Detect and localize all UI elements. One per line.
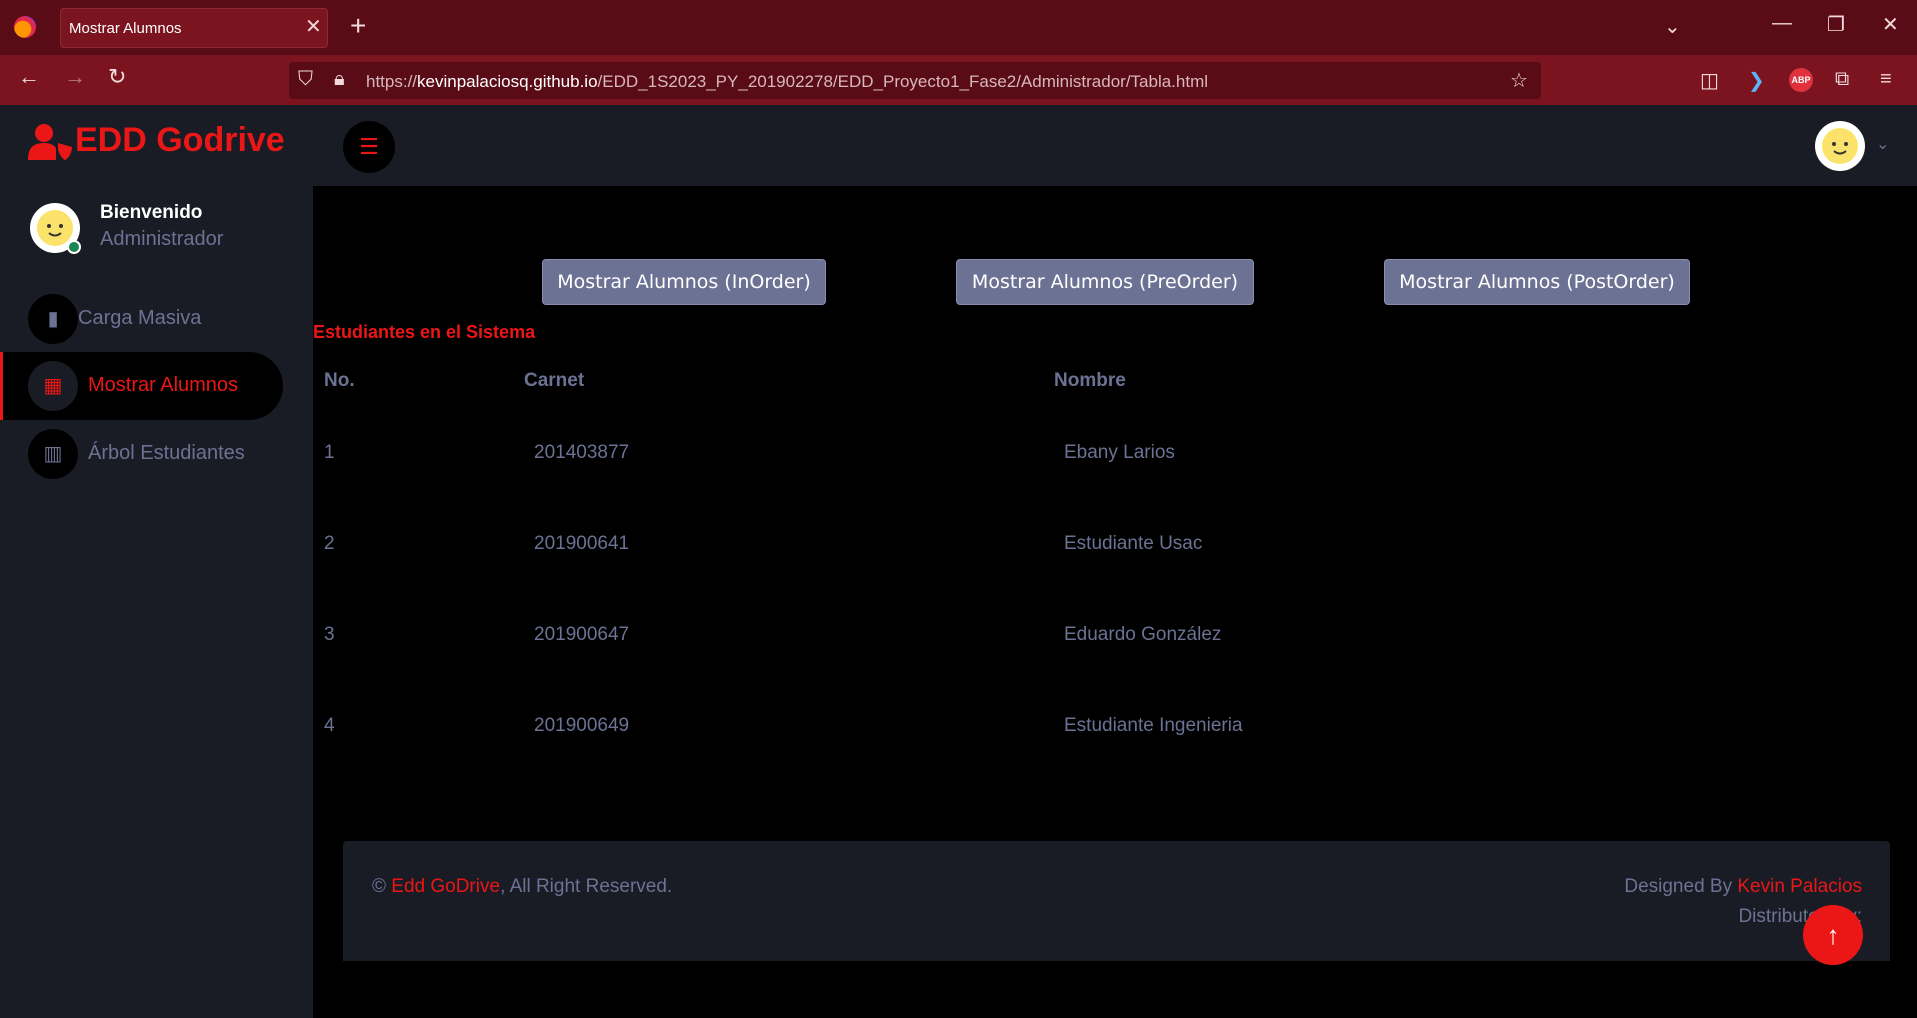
preorder-button[interactable]: Mostrar Alumnos (PreOrder) [956, 259, 1254, 305]
online-status-dot [67, 240, 81, 254]
firefox-icon[interactable] [14, 16, 36, 38]
extensions-puzzle-icon[interactable]: ⧉ [1835, 68, 1849, 91]
sidebar-item-arbol-estudiantes[interactable]: ▥ Árbol Estudiantes [0, 420, 283, 488]
table-cell-nombre: Eduardo González [1064, 624, 1222, 645]
table-cell-carnet: 201900649 [534, 715, 630, 736]
user-menu-chevron-icon[interactable]: ⌄ [1876, 134, 1889, 154]
url-text[interactable]: https://kevinpalaciosq.github.io/EDD_1S2… [366, 72, 1208, 92]
tab-title: Mostrar Alumnos [69, 20, 182, 37]
app-top-bar [0, 105, 1917, 186]
new-tab-button[interactable]: + [350, 10, 366, 42]
table-cell-no: 4 [324, 715, 335, 736]
sidebar-toggle-button[interactable]: ☰ [343, 121, 395, 173]
role-label: Administrador [100, 228, 224, 250]
table-cell-carnet: 201900647 [534, 624, 630, 645]
footer-site-link[interactable]: Edd GoDrive [391, 876, 500, 897]
restore-icon[interactable]: ❐ [1827, 12, 1845, 37]
back-to-top-button[interactable]: ↑ [1803, 905, 1863, 965]
sidebar-item-label: Carga Masiva [78, 307, 202, 329]
column-header-no: No. [324, 370, 355, 391]
user-shield-icon [28, 124, 72, 160]
sidebar-item-carga-masiva[interactable]: ▮ Carga Masiva [0, 285, 283, 353]
tab-list-chevron-icon[interactable]: ⌄ [1664, 14, 1681, 39]
sidebar-item-label: Árbol Estudiantes [88, 442, 245, 464]
inorder-button[interactable]: Mostrar Alumnos (InOrder) [542, 259, 826, 305]
brand-title[interactable]: EDD Godrive [75, 121, 285, 160]
table-cell-carnet: 201900641 [534, 533, 630, 554]
file-icon: ▮ [28, 294, 78, 344]
bookmark-star-icon[interactable]: ☆ [1510, 68, 1528, 93]
extension-arrow-icon[interactable]: ❯ [1748, 68, 1765, 93]
lock-icon[interactable]: 🔒︎ [334, 68, 345, 91]
sidebar-item-mostrar-alumnos[interactable]: ▦ Mostrar Alumnos [0, 352, 283, 420]
table-cell-nombre: Estudiante Ingenieria [1064, 715, 1243, 736]
footer-designer-link[interactable]: Kevin Palacios [1737, 876, 1862, 897]
table-cell-no: 1 [324, 442, 335, 463]
tab-close-icon[interactable]: ✕ [305, 14, 322, 39]
footer [343, 841, 1890, 961]
table-cell-nombre: Estudiante Usac [1064, 533, 1203, 554]
hamburger-menu-icon[interactable]: ≡ [1880, 68, 1892, 91]
adblock-icon[interactable]: ABP [1789, 68, 1813, 92]
pocket-icon[interactable]: ◫ [1700, 68, 1719, 93]
window-close-icon[interactable]: ✕ [1882, 12, 1899, 37]
postorder-button[interactable]: Mostrar Alumnos (PostOrder) [1384, 259, 1690, 305]
reload-icon[interactable]: ↻ [108, 64, 126, 90]
footer-copyright: © Edd GoDrive, All Right Reserved. [372, 876, 673, 897]
chart-bar-icon: ▥ [28, 429, 78, 479]
forward-arrow-icon[interactable]: → [64, 64, 86, 90]
minimize-icon[interactable]: — [1772, 12, 1792, 35]
user-avatar[interactable] [1815, 121, 1865, 171]
table-cell-no: 2 [324, 533, 335, 554]
smiley-icon [1822, 128, 1858, 164]
back-arrow-icon[interactable]: ← [18, 64, 40, 90]
shield-icon[interactable]: ⛉ [298, 68, 313, 91]
table-cell-no: 3 [324, 624, 335, 645]
sidebar-item-label: Mostrar Alumnos [88, 374, 239, 396]
section-title: Estudiantes en el Sistema [313, 322, 536, 342]
welcome-label: Bienvenido [100, 202, 203, 223]
column-header-carnet: Carnet [524, 370, 585, 391]
column-header-nombre: Nombre [1054, 370, 1126, 391]
table-cell-carnet: 201403877 [534, 442, 630, 463]
footer-designed-by: Designed By Kevin Palacios [1624, 876, 1862, 897]
table-icon: ▦ [28, 361, 78, 411]
table-cell-nombre: Ebany Larios [1064, 442, 1175, 463]
